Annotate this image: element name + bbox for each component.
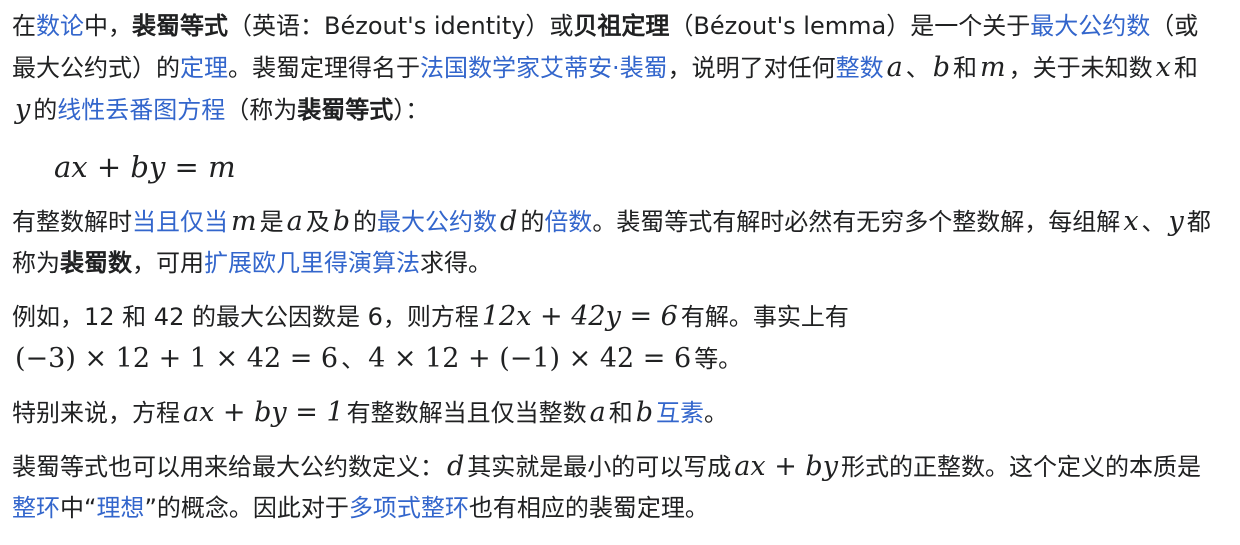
text: 有整数解当且仅当整数 bbox=[346, 399, 587, 427]
text: （称为 bbox=[225, 96, 298, 124]
math-a: a bbox=[886, 52, 903, 83]
math-x: x bbox=[1123, 206, 1139, 237]
math-a: a bbox=[286, 206, 303, 237]
link-gcd[interactable]: 最大公约数 bbox=[1030, 12, 1150, 40]
text: 等。 bbox=[694, 345, 743, 373]
link-number-theory[interactable]: 数论 bbox=[36, 12, 84, 40]
math-y: y bbox=[1168, 206, 1184, 237]
math-expression: ax + by bbox=[734, 451, 838, 482]
math-b: b bbox=[332, 206, 351, 237]
bold-bezout-identity-2: 裴蜀等式 bbox=[297, 96, 394, 124]
text: 例如，12 和 42 的最大公因数是 6，则方程 bbox=[12, 303, 479, 331]
link-bezout-person[interactable]: 法国数学家艾蒂安·裴蜀 bbox=[420, 54, 668, 82]
text: 形式的正整数。这个定义的本质是 bbox=[840, 453, 1201, 481]
link-integer[interactable]: 整数 bbox=[836, 54, 884, 82]
text: ”的概念。因此对于 bbox=[144, 494, 349, 522]
text: 有解。事实上有 bbox=[680, 303, 849, 331]
equation-bezout: ax + by = m bbox=[54, 150, 236, 184]
link-extended-euclidean[interactable]: 扩展欧几里得演算法 bbox=[204, 249, 420, 277]
math-example-solution-2: 4 × 12 + (−1) × 42 = 6 bbox=[368, 343, 692, 374]
text: ，说明了对任何 bbox=[667, 54, 836, 82]
display-equation: ax + by = m bbox=[54, 145, 1212, 191]
link-theorem[interactable]: 定理 bbox=[180, 54, 228, 82]
text: 。裴蜀等式有解时必然有无穷多个整数解，每组解 bbox=[592, 208, 1121, 236]
text: 和 bbox=[1173, 54, 1198, 82]
paragraph-example: 例如，12 和 42 的最大公因数是 6，则方程 12x + 42y = 6 有解。… bbox=[12, 296, 1212, 380]
math-x: x bbox=[1155, 52, 1171, 83]
text: （英语：Bézout's identity）或 bbox=[228, 12, 574, 40]
paragraph-solvability: 有整数解时当且仅当 m 是 a 及 b 的最大公约数 d 的倍数。裴蜀等式有解时必然有无穷多个整… bbox=[12, 201, 1212, 284]
text: ，关于未知数 bbox=[1008, 54, 1153, 82]
text: 及 bbox=[305, 208, 330, 236]
text: 也有相应的裴蜀定理。 bbox=[468, 494, 709, 522]
text: ，可用 bbox=[132, 249, 204, 277]
bold-bezout-identity: 裴蜀等式 bbox=[132, 12, 228, 40]
text: 、 bbox=[905, 54, 930, 82]
math-d: d bbox=[500, 206, 518, 237]
text: （Bézout's lemma）是一个关于 bbox=[669, 12, 1031, 40]
text: 。 bbox=[704, 399, 729, 427]
link-multiple[interactable]: 倍数 bbox=[544, 208, 592, 236]
math-b: b bbox=[932, 52, 951, 83]
text: 、 bbox=[1141, 208, 1166, 236]
math-y: y bbox=[15, 94, 31, 125]
link-gcd-2[interactable]: 最大公约数 bbox=[377, 208, 497, 236]
text: 其实就是最小的可以写成 bbox=[467, 453, 732, 481]
text: 中， bbox=[84, 12, 132, 40]
math-a: a bbox=[589, 397, 606, 428]
link-polynomial-ring[interactable]: 多项式整环 bbox=[349, 494, 469, 522]
math-example-equation: 12x + 42y = 6 bbox=[481, 301, 678, 332]
link-linear-diophantine[interactable]: 线性丢番图方程 bbox=[57, 96, 225, 124]
text: 求得。 bbox=[420, 249, 492, 277]
text: 、 bbox=[341, 345, 366, 373]
article-content: 在数论中，裴蜀等式（英语：Bézout's identity）或贝祖定理（Béz… bbox=[0, 0, 1240, 545]
text: ）： bbox=[393, 96, 430, 124]
link-ideal[interactable]: 理想 bbox=[96, 494, 144, 522]
text: 有整数解时 bbox=[12, 208, 132, 236]
link-integral-domain[interactable]: 整环 bbox=[12, 494, 60, 522]
text: 在 bbox=[12, 12, 36, 40]
math-m: m bbox=[231, 206, 257, 237]
text: 的 bbox=[33, 96, 58, 124]
text: 裴蜀等式也可以用来给最大公约数定义： bbox=[12, 453, 444, 481]
paragraph-coprime: 特别来说，方程 ax + by = 1 有整数解当且仅当整数 a 和 b 互素。 bbox=[12, 392, 1212, 434]
text: 的 bbox=[353, 208, 378, 236]
bold-bezout-numbers: 裴蜀数 bbox=[60, 249, 132, 277]
text: 和 bbox=[608, 399, 633, 427]
text: 中“ bbox=[60, 494, 97, 522]
text: 的 bbox=[520, 208, 545, 236]
text: 是 bbox=[259, 208, 284, 236]
math-example-solution-1: (−3) × 12 + 1 × 42 = 6 bbox=[15, 343, 339, 374]
text: 和 bbox=[953, 54, 978, 82]
text: 。裴蜀定理得名于 bbox=[228, 54, 420, 82]
bold-bezout-lemma: 贝祖定理 bbox=[573, 12, 670, 40]
paragraph-definition: 在数论中，裴蜀等式（英语：Bézout's identity）或贝祖定理（Béz… bbox=[12, 6, 1212, 131]
math-d: d bbox=[447, 451, 465, 482]
math-m: m bbox=[980, 52, 1006, 83]
math-b: b bbox=[635, 397, 654, 428]
paragraph-gcd-definition: 裴蜀等式也可以用来给最大公约数定义： d 其实就是最小的可以写成 ax + by 形式的… bbox=[12, 446, 1212, 529]
math-equation-one: ax + by = 1 bbox=[183, 397, 344, 428]
link-iff[interactable]: 当且仅当 bbox=[132, 208, 228, 236]
link-coprime[interactable]: 互素 bbox=[656, 399, 704, 427]
text: 特别来说，方程 bbox=[12, 399, 180, 427]
